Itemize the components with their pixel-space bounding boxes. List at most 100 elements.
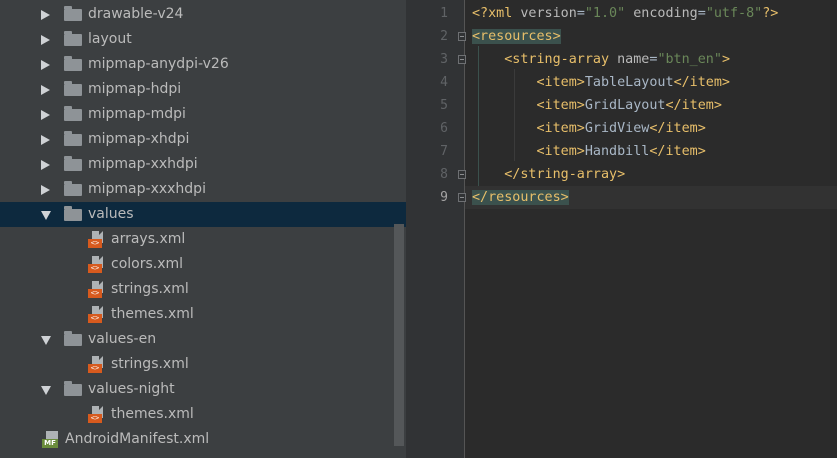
tree-item-label: values-night bbox=[88, 381, 175, 397]
tree-item[interactable]: <> colors.xml bbox=[0, 252, 406, 277]
xml-badge: <> bbox=[88, 414, 102, 423]
tree-item[interactable]: mipmap-anydpi-v26 bbox=[0, 52, 406, 77]
folder-icon bbox=[64, 156, 82, 171]
collapsed-arrow-icon[interactable] bbox=[41, 185, 50, 195]
tree-scrollbar[interactable] bbox=[394, 224, 404, 446]
tree-item[interactable]: mipmap-hdpi bbox=[0, 77, 406, 102]
attribute-value: "utf-8" bbox=[705, 6, 763, 21]
folder-icon bbox=[64, 81, 82, 96]
collapsed-arrow-icon[interactable] bbox=[41, 10, 50, 20]
code-text: GridView bbox=[584, 121, 650, 136]
folder-icon bbox=[64, 56, 82, 71]
manifest-file-icon: MF bbox=[42, 431, 60, 449]
expanded-arrow-icon[interactable] bbox=[41, 336, 51, 345]
collapsed-arrow-icon[interactable] bbox=[41, 60, 50, 70]
tree-item[interactable]: values bbox=[0, 202, 406, 227]
code-text: = bbox=[697, 6, 706, 21]
xml-tag: <item> bbox=[536, 98, 585, 113]
line-number: 7 bbox=[440, 144, 448, 159]
tree-item-label: drawable-v24 bbox=[88, 6, 184, 22]
xml-tag: </string-array> bbox=[504, 167, 626, 182]
fold-marker-icon[interactable] bbox=[458, 193, 466, 202]
xml-tag: </item> bbox=[649, 121, 706, 136]
code-line[interactable]: <item>TableLayout</item> bbox=[472, 71, 731, 94]
fold-marker-icon[interactable] bbox=[458, 170, 466, 179]
tree-item[interactable]: values-en bbox=[0, 327, 406, 352]
xml-file-icon: <> bbox=[88, 256, 104, 274]
tree-item[interactable]: mipmap-xxxhdpi bbox=[0, 177, 406, 202]
code-line[interactable]: <item>GridLayout</item> bbox=[472, 94, 722, 117]
tree-item[interactable]: <> strings.xml bbox=[0, 277, 406, 302]
xml-tag: <item> bbox=[536, 75, 585, 90]
expanded-arrow-icon[interactable] bbox=[41, 211, 51, 220]
line-number: 9 bbox=[440, 190, 448, 205]
collapsed-arrow-icon[interactable] bbox=[41, 85, 50, 95]
expanded-arrow-icon[interactable] bbox=[41, 386, 51, 395]
code-line[interactable]: <?xml version="1.0" encoding="utf-8"?> bbox=[472, 2, 778, 25]
line-number-gutter: 1 2 3 4 5 6 7 8 9 bbox=[406, 0, 464, 458]
line-number: 5 bbox=[440, 98, 448, 113]
tree-item-label: strings.xml bbox=[111, 356, 189, 372]
folder-icon bbox=[64, 181, 82, 196]
line-number: 1 bbox=[440, 6, 448, 21]
xml-file-icon: <> bbox=[88, 231, 104, 249]
xml-badge: <> bbox=[88, 239, 102, 248]
tree-item[interactable]: <> arrays.xml bbox=[0, 227, 406, 252]
xml-tag: <item> bbox=[536, 144, 585, 159]
tree-item[interactable]: drawable-v24 bbox=[0, 2, 406, 27]
collapsed-arrow-icon[interactable] bbox=[41, 110, 50, 120]
code-line[interactable]: <item>GridView</item> bbox=[472, 117, 706, 140]
tree-item-label: mipmap-xxhdpi bbox=[88, 156, 198, 172]
tree-item-label: colors.xml bbox=[111, 256, 184, 272]
xml-file-icon: <> bbox=[88, 356, 104, 374]
tree-item-label: layout bbox=[88, 31, 132, 47]
attribute-name: encoding bbox=[625, 6, 698, 21]
tree-item[interactable]: layout bbox=[0, 27, 406, 52]
xml-badge: <> bbox=[88, 264, 102, 273]
tree-item[interactable]: <> themes.xml bbox=[0, 402, 406, 427]
line-number: 3 bbox=[440, 52, 448, 67]
manifest-badge: MF bbox=[42, 439, 58, 448]
xml-tag: </item> bbox=[673, 75, 730, 90]
folder-icon bbox=[64, 31, 82, 46]
xml-tag: </item> bbox=[665, 98, 722, 113]
fold-marker-icon[interactable] bbox=[458, 32, 466, 41]
xml-tag: ?> bbox=[762, 6, 779, 21]
tree-item[interactable]: values-night bbox=[0, 377, 406, 402]
code-line[interactable]: </string-array> bbox=[472, 163, 625, 186]
xml-tag: <item> bbox=[536, 121, 585, 136]
tree-item[interactable]: <> strings.xml bbox=[0, 352, 406, 377]
tree-item[interactable]: mipmap-xhdpi bbox=[0, 127, 406, 152]
code-line[interactable]: <item>Handbill</item> bbox=[472, 140, 706, 163]
xml-file-icon: <> bbox=[88, 281, 104, 299]
xml-tag: <resources> bbox=[472, 29, 561, 44]
folder-icon bbox=[64, 106, 82, 121]
folder-icon bbox=[64, 381, 82, 396]
tree-item[interactable]: MF AndroidManifest.xml bbox=[0, 427, 406, 452]
collapsed-arrow-icon[interactable] bbox=[41, 135, 50, 145]
xml-badge: <> bbox=[88, 314, 102, 323]
code-editor[interactable]: 123456789 <?xml version="1.0" encoding="… bbox=[406, 0, 837, 458]
tree-item-label: arrays.xml bbox=[111, 231, 186, 247]
tree-item[interactable]: <> themes.xml bbox=[0, 302, 406, 327]
folder-icon bbox=[64, 131, 82, 146]
collapsed-arrow-icon[interactable] bbox=[41, 35, 50, 45]
line-number: 6 bbox=[440, 121, 448, 136]
tree-item-label: themes.xml bbox=[111, 406, 194, 422]
tree-item-label: AndroidManifest.xml bbox=[65, 431, 210, 447]
code-line[interactable]: <string-array name="btn_en"> bbox=[472, 48, 730, 71]
tree-item-label: mipmap-xhdpi bbox=[88, 131, 190, 147]
xml-badge: <> bbox=[88, 364, 102, 373]
tree-item[interactable]: mipmap-xxhdpi bbox=[0, 152, 406, 177]
tree-item[interactable]: mipmap-mdpi bbox=[0, 102, 406, 127]
line-number: 4 bbox=[440, 75, 448, 90]
code-text: GridLayout bbox=[584, 98, 666, 113]
fold-marker-icon[interactable] bbox=[458, 55, 466, 64]
code-line[interactable]: </resources> bbox=[472, 186, 569, 209]
collapsed-arrow-icon[interactable] bbox=[41, 160, 50, 170]
xml-tag: </resources> bbox=[472, 190, 569, 205]
code-line[interactable]: <resources> bbox=[472, 25, 561, 48]
xml-tag: <string-array bbox=[504, 52, 618, 67]
